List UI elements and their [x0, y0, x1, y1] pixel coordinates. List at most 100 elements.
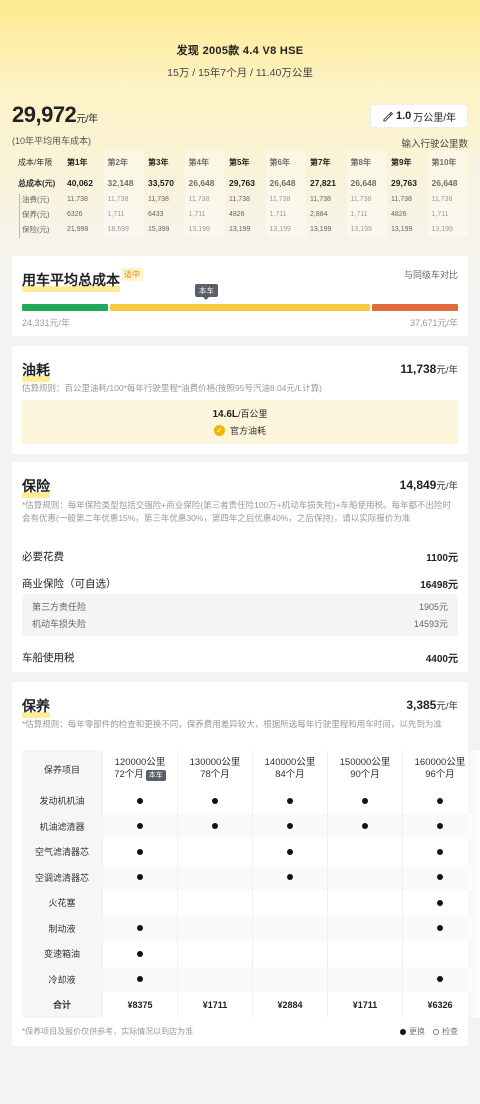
mileage-column: 130000公里 78个月 — [177, 750, 252, 788]
total-cost: 29,972元/年 — [12, 102, 98, 127]
maintenance-item-label: 制动液 — [22, 915, 102, 941]
maintenance-cell — [252, 966, 327, 992]
maintenance-title: 保养 — [22, 696, 50, 718]
insurance-rule: *估算规则：每年保险类型包括交强险+商业保险(第三者责任险100万+机动车损失险… — [22, 500, 452, 523]
total-cell: ¥2884 — [252, 992, 327, 1018]
maintenance-cell — [252, 890, 327, 916]
cell: 6326 — [67, 211, 83, 218]
edit-icon — [383, 111, 393, 121]
maintenance-cell — [252, 915, 327, 941]
maintenance-item-label: 冷却液 — [22, 966, 102, 992]
cell: 13,199 — [269, 226, 291, 233]
replace-dot-icon — [287, 848, 293, 855]
maintenance-cell — [102, 966, 177, 992]
cell: 27,821 — [310, 178, 336, 188]
replace-dot-icon — [437, 823, 443, 830]
fuel-rule: 估算规则：百公里油耗/100*每年行驶里程*油费价格(按照95号汽油8.04元/… — [22, 383, 322, 393]
maintenance-cell — [327, 966, 402, 992]
replace-dot-icon — [437, 976, 443, 983]
damage-row: 机动车损失险 14593元 — [32, 619, 448, 629]
level-badge: 适中 — [121, 268, 143, 281]
maintenance-item-label: 空调滤清器芯 — [22, 864, 102, 890]
cell: 4826 — [391, 211, 407, 218]
fuel-consumption-box: 14.6L/百公里 ✓ 官方油耗 — [22, 400, 458, 444]
maintenance-item-row: 变速箱油 — [22, 941, 472, 967]
cell: 2,884 — [310, 211, 328, 218]
table-scroll-fade — [466, 150, 480, 244]
cell: 1,711 — [269, 211, 287, 218]
cell: 11,738 — [107, 196, 129, 203]
replace-dot-icon — [137, 950, 143, 957]
km-input-button[interactable]: 1.0 万公里/年 — [370, 104, 468, 128]
maintenance-item-label: 空气滤清器芯 — [22, 839, 102, 865]
cell: 32,148 — [107, 178, 134, 188]
maintenance-rule: *估算规则：每年零部件的检查和更换不同，保养费用差异较大，根据所选每年行驶里程和… — [22, 719, 442, 729]
replace-dot-icon — [287, 823, 293, 830]
replace-dot-icon — [400, 1028, 406, 1035]
maintenance-cell — [327, 915, 402, 941]
maintenance-header-row: 保养项目 120000公里 72个月 本车 130000公里 78个月 140000公… — [22, 750, 472, 788]
avg-cost-title: 用车平均总成本 — [22, 270, 120, 292]
maintenance-cell — [102, 788, 177, 814]
fuel-title: 油耗 — [22, 360, 50, 382]
maintenance-cell — [327, 788, 402, 814]
maintenance-cell — [177, 864, 252, 890]
yearly-cost-table[interactable]: 成本/年限 第1年 第2年 第3年 第4年 第5年 第6年 第7年 第8年 第9… — [12, 150, 468, 237]
year-header-row: 成本/年限 第1年 第2年 第3年 第4年 第5年 第6年 第7年 第8年 第9… — [12, 150, 468, 174]
year-header: 第2年 — [107, 157, 128, 167]
replace-dot-icon — [362, 797, 368, 804]
maintenance-cell — [252, 813, 327, 839]
cell: 1,711 — [107, 211, 125, 218]
cell: 13,199 — [391, 226, 413, 233]
table-row-insurance: 保险(元) 21,998 18,699 15,399 13,199 13,199… — [12, 222, 468, 237]
cell: 21,998 — [67, 226, 89, 233]
maintenance-item-row: 机油滤清器 — [22, 813, 472, 839]
maintenance-item-row: 发动机机油 — [22, 788, 472, 814]
cell: 29,763 — [391, 178, 417, 188]
column-months: 78个月 — [200, 769, 230, 780]
maintenance-cell — [402, 966, 472, 992]
maintenance-item-row: 空气滤清器芯 — [22, 839, 472, 865]
maintenance-scroll-fade — [464, 750, 480, 1018]
insurance-unit: 元/年 — [436, 481, 458, 492]
maintenance-cell — [102, 941, 177, 967]
column-km: 150000公里 — [339, 757, 391, 768]
replace-dot-icon — [212, 823, 218, 830]
year-header: 第1年 — [67, 157, 88, 167]
vehicle-tax-row: 车船使用税 4400元 — [22, 652, 458, 665]
mileage-column: 140000公里 84个月 — [252, 750, 327, 788]
year-header: 第8年 — [350, 157, 371, 167]
check-dot-icon — [433, 1028, 439, 1035]
insurance-card: 保险 14,849元/年 *估算规则：每年保险类型包括交强险+商业保险(第三者责… — [12, 462, 468, 672]
column-km: 140000公里 — [264, 757, 316, 768]
maintenance-table[interactable]: 保养项目 120000公里 72个月 本车 130000公里 78个月 140000公… — [22, 750, 472, 1018]
cell: 11,738 — [431, 196, 453, 203]
maintenance-cell — [102, 890, 177, 916]
replace-dot-icon — [287, 874, 293, 881]
maintenance-item-row: 冷却液 — [22, 966, 472, 992]
current-car-tag: 本车 — [145, 770, 166, 781]
cell: 11,738 — [148, 196, 169, 203]
cell: 11,738 — [188, 196, 210, 203]
mileage-column: 160000公里 96个月 — [402, 750, 472, 788]
cost-bar-low — [22, 304, 108, 311]
third-party-row: 第三方责任险 1905元 — [32, 602, 448, 612]
maintenance-cell — [402, 890, 472, 916]
column-km: 130000公里 — [189, 757, 241, 768]
replace-dot-icon — [287, 797, 293, 804]
cell: 26,648 — [188, 178, 215, 188]
year-corner: 成本/年限 — [18, 157, 53, 167]
total-label: 合计 — [22, 992, 102, 1018]
maintenance-item-label: 火花塞 — [22, 890, 102, 916]
year-header: 第5年 — [229, 157, 250, 167]
total-cell: ¥6326 — [402, 992, 472, 1018]
maintenance-legend: 更换 检查 — [400, 1026, 458, 1037]
sub-row-bracket — [19, 194, 23, 238]
cell: 11,738 — [229, 196, 250, 203]
maintenance-cell — [102, 813, 177, 839]
cell: 18,699 — [107, 226, 129, 233]
km-value: 1.0 — [395, 110, 412, 122]
maintenance-item-label: 机油滤清器 — [22, 813, 102, 839]
maintenance-cell — [177, 813, 252, 839]
fuel-unit: 元/年 — [436, 365, 458, 376]
